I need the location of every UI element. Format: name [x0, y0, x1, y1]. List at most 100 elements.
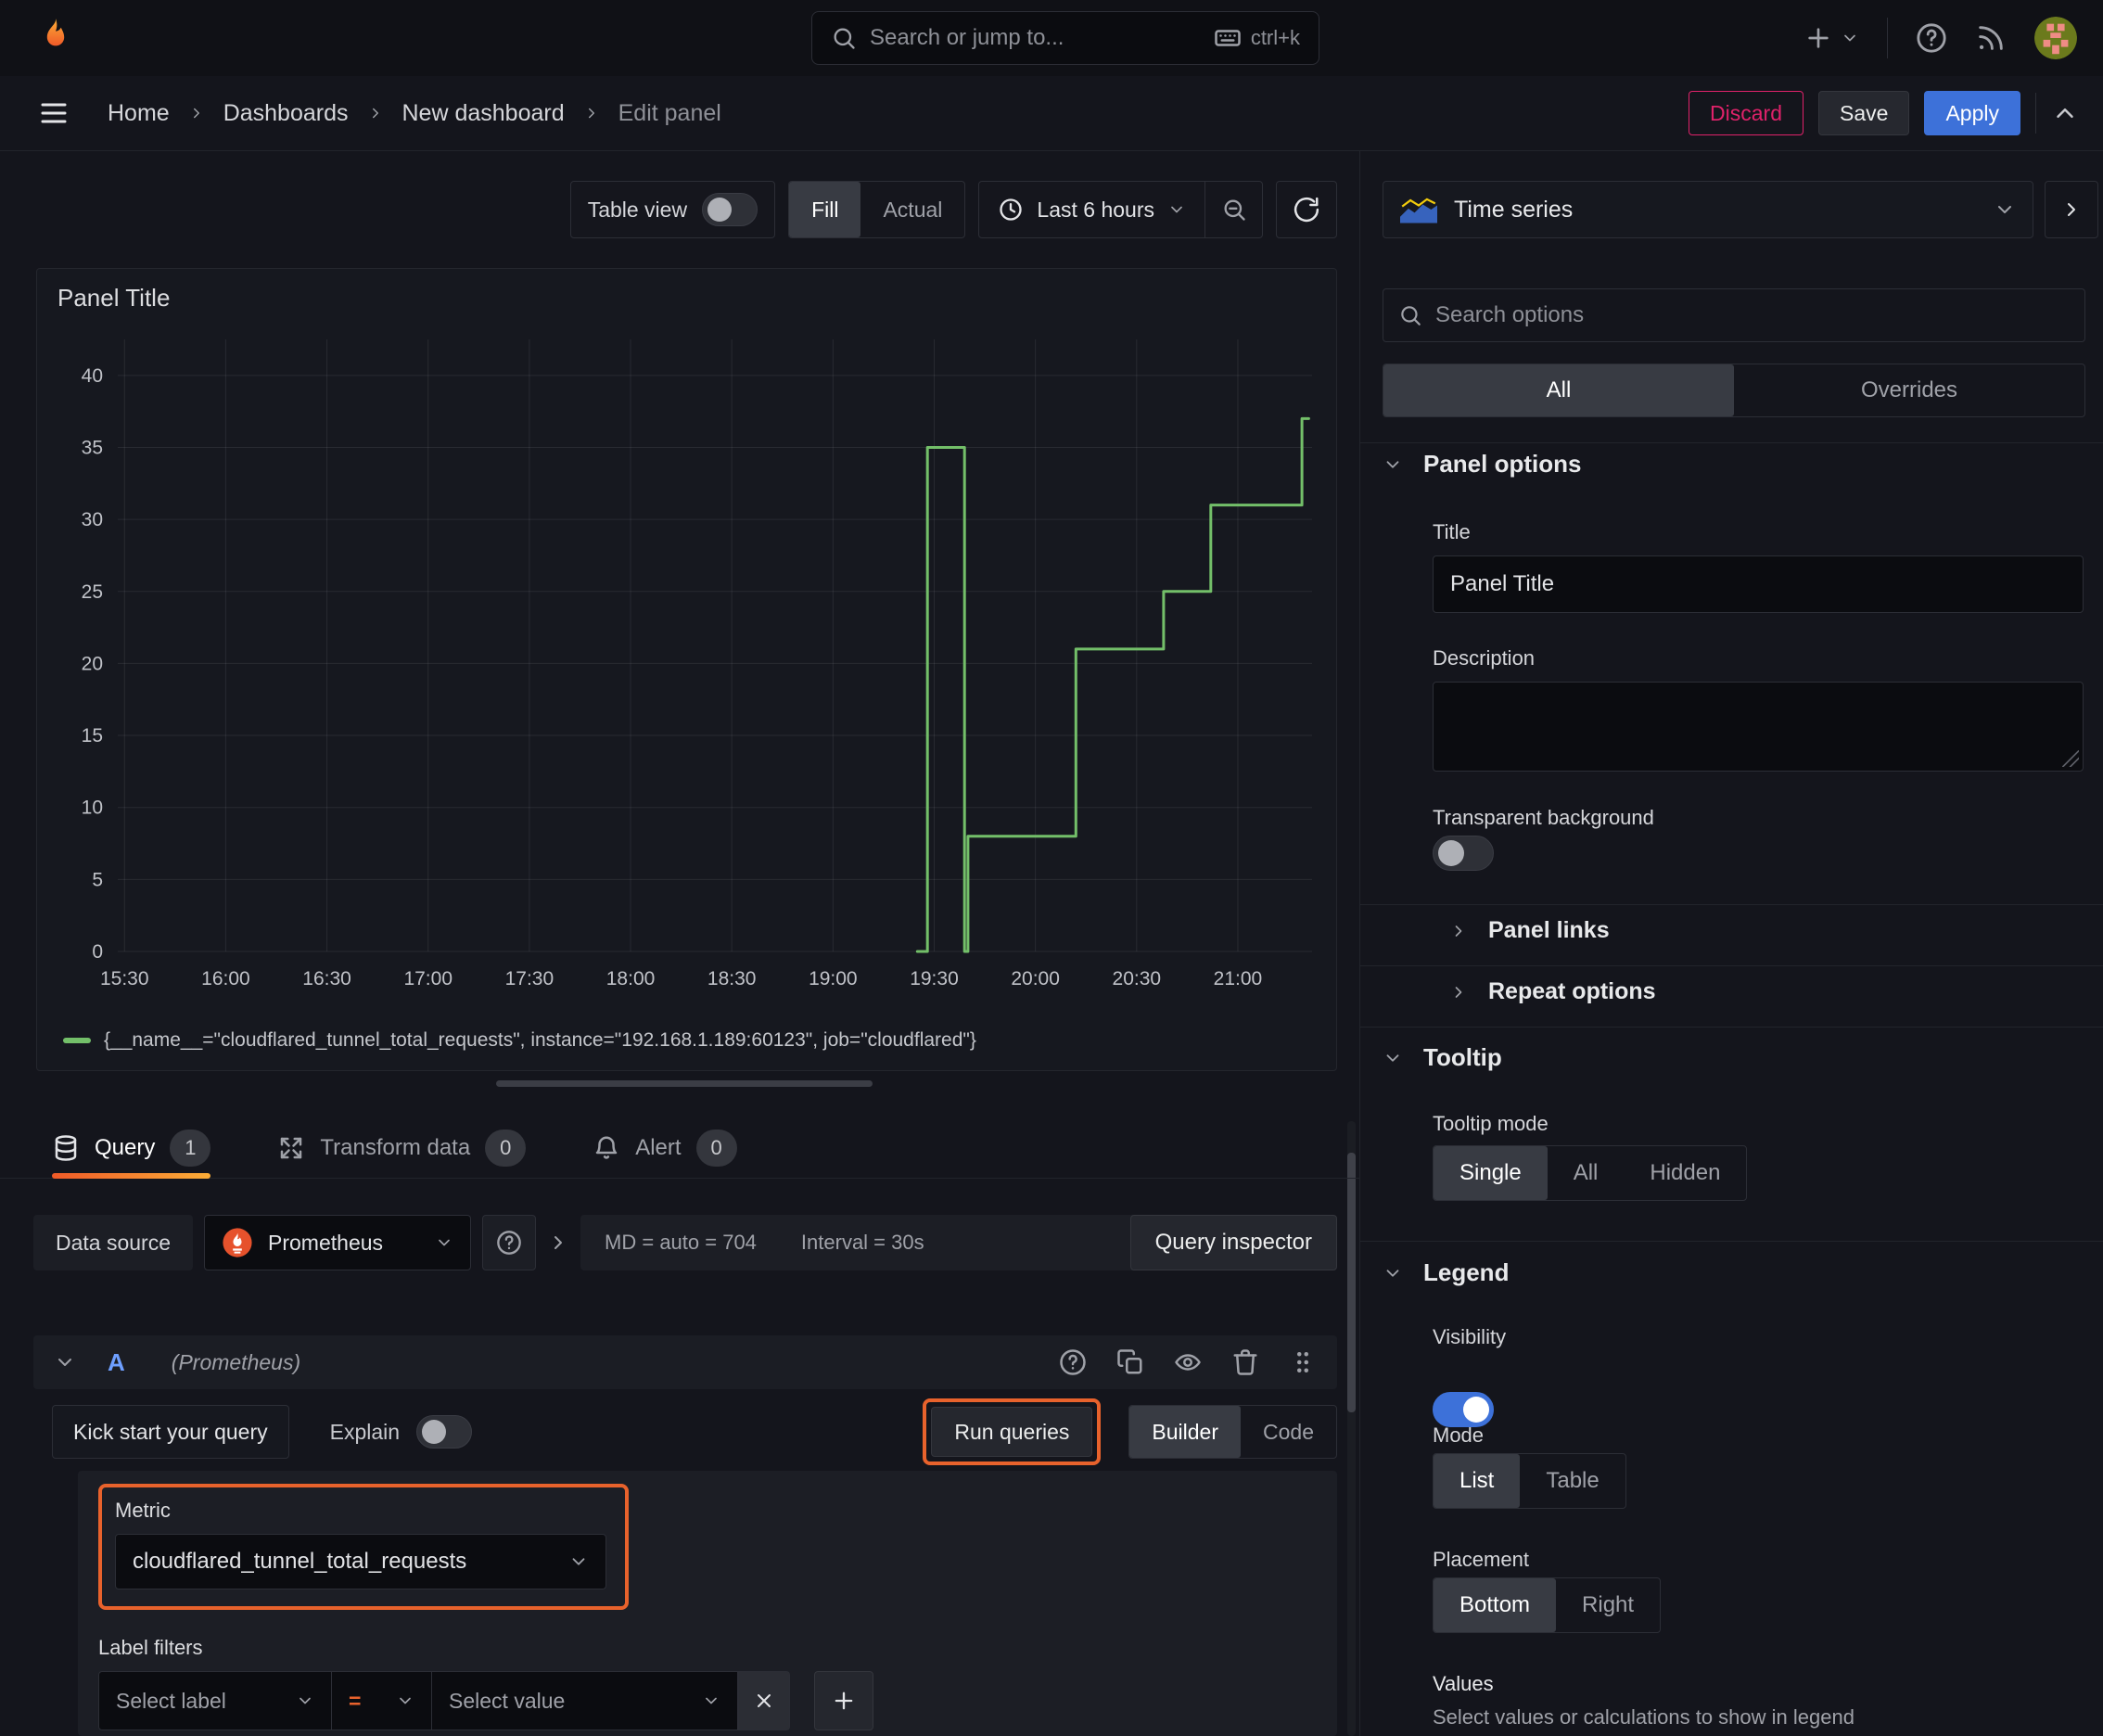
panel-resize-handle[interactable]: [496, 1080, 873, 1087]
placement-right-option[interactable]: Right: [1556, 1578, 1660, 1632]
svg-text:19:30: 19:30: [910, 968, 959, 989]
fill-option[interactable]: Fill: [789, 182, 861, 237]
save-button[interactable]: Save: [1818, 91, 1910, 135]
tooltip-section[interactable]: Tooltip: [1383, 1043, 1502, 1072]
chevron-right-icon: [2068, 203, 2075, 216]
run-queries-highlight: Run queries: [923, 1398, 1102, 1465]
table-view-label: Table view: [587, 197, 688, 222]
explain-control: Explain: [330, 1415, 473, 1449]
remove-query-button[interactable]: [1231, 1348, 1259, 1376]
tab-alert[interactable]: Alert 0: [593, 1117, 737, 1178]
collapse-options-button[interactable]: [2045, 181, 2098, 238]
run-queries-button[interactable]: Run queries: [931, 1407, 1093, 1457]
description-textarea[interactable]: [1433, 682, 2084, 772]
mode-table-option[interactable]: Table: [1520, 1454, 1625, 1508]
explain-toggle[interactable]: [416, 1415, 473, 1449]
panel-options-section[interactable]: Panel options: [1383, 450, 1581, 479]
tab-all-options[interactable]: All: [1383, 364, 1734, 416]
time-series-viz-icon: [1400, 198, 1437, 223]
svg-text:40: 40: [82, 365, 103, 387]
tooltip-hidden-option[interactable]: Hidden: [1624, 1146, 1746, 1200]
visibility-label: Visibility: [1433, 1325, 1507, 1348]
collapse-header-button[interactable]: [2051, 99, 2079, 127]
chevron-right-icon: [193, 108, 199, 119]
operator-dropdown[interactable]: =: [332, 1671, 432, 1730]
metric-highlight: Metric cloudflared_tunnel_total_requests: [98, 1484, 629, 1610]
datasource-help-button[interactable]: [482, 1215, 537, 1270]
scrollbar-thumb[interactable]: [1347, 1153, 1356, 1412]
tooltip-title: Tooltip: [1423, 1043, 1502, 1071]
code-option[interactable]: Code: [1241, 1406, 1336, 1458]
section-divider: [1360, 1241, 2103, 1242]
actual-option[interactable]: Actual: [860, 182, 964, 237]
tab-alert-label: Alert: [635, 1134, 682, 1160]
select-value-dropdown[interactable]: Select value: [432, 1671, 738, 1730]
breadcrumb-dashboards[interactable]: Dashboards: [223, 100, 349, 127]
visualization-picker[interactable]: Time series: [1383, 181, 2033, 238]
legend-visibility-toggle[interactable]: [1433, 1392, 1494, 1427]
help-circle-icon: [1917, 23, 1946, 53]
select-label-dropdown[interactable]: Select label: [98, 1671, 332, 1730]
add-filter-button[interactable]: [814, 1671, 873, 1730]
resize-corner-icon[interactable]: [2062, 750, 2079, 767]
breadcrumb-new-dashboard[interactable]: New dashboard: [402, 100, 565, 127]
help-button[interactable]: [1916, 22, 1947, 54]
hide-response-button[interactable]: [1174, 1348, 1202, 1376]
remove-filter-button[interactable]: [738, 1671, 790, 1730]
query-count-badge: 1: [170, 1129, 211, 1167]
table-view-toggle[interactable]: [702, 193, 758, 226]
chevron-down-icon: [572, 1558, 585, 1565]
query-help-button[interactable]: [1059, 1348, 1087, 1376]
breadcrumb-home[interactable]: Home: [108, 100, 170, 127]
chevron-down-icon: [439, 1239, 450, 1246]
tooltip-all-option[interactable]: All: [1548, 1146, 1625, 1200]
metric-select[interactable]: cloudflared_tunnel_total_requests: [115, 1534, 606, 1589]
help-circle-icon: [497, 1231, 521, 1255]
repeat-options-section[interactable]: Repeat options: [1449, 978, 1656, 1005]
panel-title[interactable]: Panel Title: [57, 284, 170, 313]
options-search-input[interactable]: [1435, 302, 2070, 328]
time-series-chart: 0 5 10 15 20 25 30 35 40 15:30 16:00 16:30 17:00 17:3…: [82, 339, 1312, 989]
chevron-down-icon: [400, 1697, 411, 1704]
user-avatar[interactable]: [2034, 17, 2077, 59]
panel-title-input[interactable]: [1433, 555, 2084, 613]
add-new-button[interactable]: [1803, 23, 1859, 53]
apply-button[interactable]: Apply: [1924, 91, 2020, 135]
legend-item[interactable]: {__name__="cloudflared_tunnel_total_requ…: [63, 1029, 976, 1052]
svg-text:0: 0: [92, 941, 103, 963]
discard-button[interactable]: Discard: [1689, 91, 1804, 135]
time-range-picker[interactable]: Last 6 hours: [979, 182, 1204, 237]
placement-bottom-option[interactable]: Bottom: [1434, 1578, 1557, 1632]
svg-text:15:30: 15:30: [100, 968, 149, 989]
grafana-logo-icon[interactable]: [33, 16, 78, 60]
datasource-row: Data source Prometheus MD = auto = 704 I…: [33, 1215, 1337, 1270]
news-button[interactable]: [1975, 22, 2007, 54]
datasource-select[interactable]: Prometheus: [204, 1215, 472, 1270]
kick-start-query-button[interactable]: Kick start your query: [52, 1405, 289, 1459]
legend-section[interactable]: Legend: [1383, 1258, 1509, 1287]
panel-links-section[interactable]: Panel links: [1449, 917, 1610, 944]
drag-query-handle[interactable]: [1289, 1348, 1317, 1376]
mode-list-option[interactable]: List: [1434, 1454, 1521, 1508]
transparent-background-toggle[interactable]: [1433, 836, 1494, 871]
builder-option[interactable]: Builder: [1129, 1406, 1242, 1458]
tab-query[interactable]: Query 1: [52, 1117, 211, 1179]
database-icon: [55, 1134, 77, 1161]
duplicate-query-button[interactable]: [1116, 1348, 1144, 1376]
tooltip-single-option[interactable]: Single: [1434, 1146, 1548, 1200]
expand-options-button[interactable]: [547, 1232, 569, 1254]
refresh-icon: [1294, 197, 1319, 223]
refresh-button[interactable]: [1276, 181, 1337, 238]
options-search: [1383, 288, 2085, 342]
query-row-header[interactable]: A (Prometheus): [33, 1335, 1337, 1389]
legend-placement-label: Placement: [1433, 1548, 1529, 1571]
hamburger-icon: [41, 103, 67, 123]
tab-transform-data[interactable]: Transform data 0: [277, 1117, 527, 1178]
global-search-input[interactable]: Search or jump to... ctrl+k: [811, 11, 1319, 65]
table-view-control: Table view: [569, 181, 776, 238]
query-inspector-button[interactable]: Query inspector: [1129, 1215, 1337, 1270]
zoom-out-button[interactable]: [1204, 182, 1262, 237]
menu-toggle-button[interactable]: [37, 96, 70, 130]
panel-actions: Discard Save Apply: [1689, 91, 2079, 135]
tab-overrides[interactable]: Overrides: [1734, 364, 2084, 416]
